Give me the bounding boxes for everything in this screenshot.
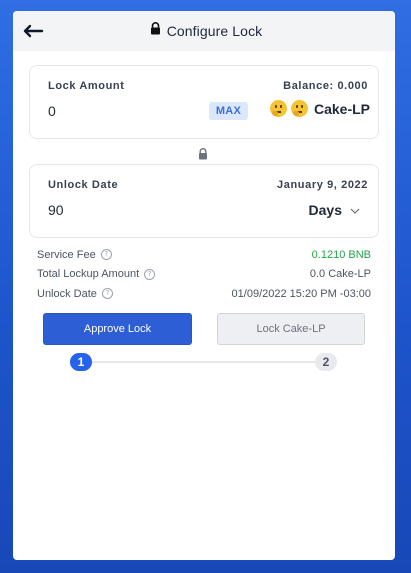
lock-amount-input[interactable]: 0 bbox=[48, 103, 56, 119]
lock-amount-label: Lock Amount bbox=[48, 80, 125, 92]
duration-unit-label: Days bbox=[308, 202, 342, 218]
token-name: Cake-LP bbox=[313, 100, 370, 117]
service-fee-value: 0.1210 BNB bbox=[311, 248, 371, 261]
lock-token-button[interactable]: Lock Cake-LP bbox=[217, 313, 365, 345]
max-button[interactable]: MAX bbox=[209, 102, 248, 120]
unlock-date-info-label: Unlock Date bbox=[37, 287, 97, 300]
duration-unit-select[interactable]: Days bbox=[309, 201, 360, 219]
progress-stepper: 1 2 bbox=[70, 353, 337, 371]
help-icon[interactable]: ? bbox=[100, 249, 112, 261]
configure-lock-panel: Configure Lock Lock Amount Balance: 0.00… bbox=[13, 11, 395, 560]
lock-amount-card: Lock Amount Balance: 0.000 0 MAX Cake-LP bbox=[29, 65, 379, 139]
approve-lock-button[interactable]: Approve Lock bbox=[43, 313, 192, 345]
unlock-date-value: January 9, 2022 bbox=[277, 179, 368, 191]
thinking-face-icon bbox=[290, 100, 308, 117]
step-2-indicator: 2 bbox=[315, 353, 337, 371]
header: Configure Lock bbox=[13, 11, 395, 51]
stepper-line bbox=[88, 361, 319, 363]
chevron-down-icon bbox=[350, 201, 360, 219]
total-lockup-value: 0.0 Cake-LP bbox=[309, 268, 371, 281]
total-lockup-label: Total Lockup Amount bbox=[37, 268, 140, 281]
help-icon[interactable]: ? bbox=[144, 268, 156, 280]
info-row-unlock-date: Unlock Date ? 01/09/2022 15:20 PM -03:00 bbox=[37, 284, 371, 304]
page-title: Configure Lock bbox=[166, 23, 263, 39]
info-list: Service Fee ? 0.1210 BNB Total Lockup Am… bbox=[37, 245, 371, 304]
back-arrow-icon[interactable] bbox=[22, 22, 44, 40]
token-display: Cake-LP bbox=[269, 100, 370, 117]
info-row-service-fee: Service Fee ? 0.1210 BNB bbox=[37, 245, 371, 265]
balance-label: Balance: 0.000 bbox=[283, 80, 368, 92]
help-icon[interactable]: ? bbox=[101, 288, 113, 300]
step-1-indicator: 1 bbox=[70, 353, 92, 371]
thinking-face-icon bbox=[269, 100, 287, 117]
service-fee-label: Service Fee bbox=[37, 248, 96, 261]
unlock-date-card: Unlock Date January 9, 2022 90 Days bbox=[29, 164, 379, 238]
duration-input[interactable]: 90 bbox=[48, 202, 64, 218]
unlock-date-info-value: 01/09/2022 15:20 PM -03:00 bbox=[231, 287, 371, 300]
lock-icon bbox=[150, 22, 161, 40]
info-row-total-lockup: Total Lockup Amount ? 0.0 Cake-LP bbox=[37, 265, 371, 285]
unlock-date-label: Unlock Date bbox=[48, 179, 119, 191]
lock-divider-icon bbox=[198, 147, 208, 160]
